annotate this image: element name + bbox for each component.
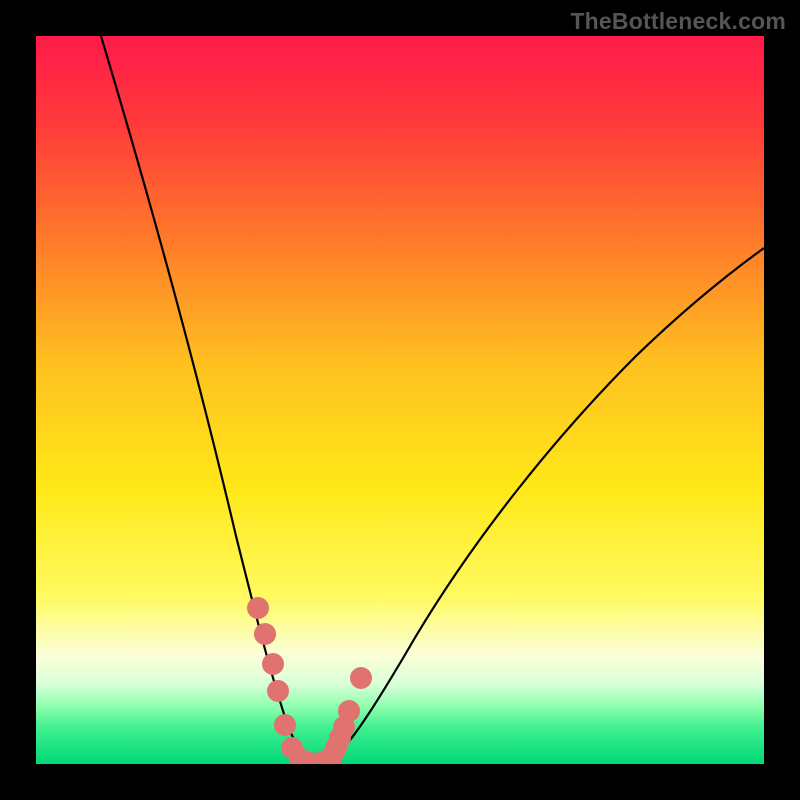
chart-svg [36, 36, 764, 764]
chart-container: TheBottleneck.com [0, 0, 800, 800]
watermark-text: TheBottleneck.com [570, 8, 786, 35]
gradient-background [36, 36, 764, 764]
plot-area [36, 36, 764, 764]
